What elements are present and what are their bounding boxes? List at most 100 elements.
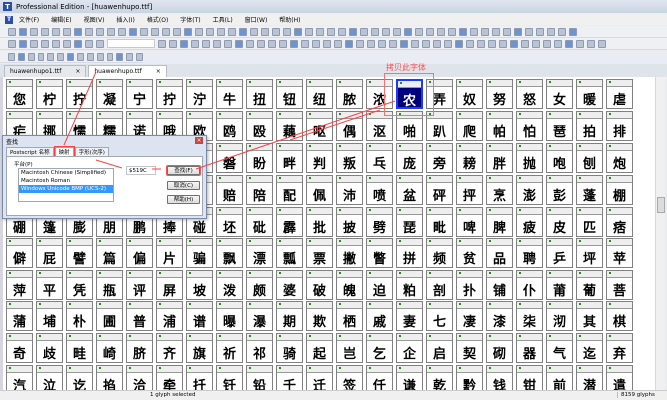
glyph-cell[interactable]: 器	[516, 333, 543, 363]
toolbar-button-icon[interactable]	[224, 39, 232, 48]
toolbar-button-icon[interactable]	[525, 27, 533, 36]
menu-format[interactable]: 格式(O)	[141, 15, 174, 24]
glyph-cell[interactable]: 旗	[186, 333, 213, 363]
toolbar-button-icon[interactable]	[118, 27, 126, 36]
toolbar-button-icon[interactable]	[448, 27, 456, 36]
glyph-cell[interactable]: 烹	[486, 175, 513, 205]
toolbar-button-icon[interactable]	[8, 27, 16, 36]
toolbar-button-icon[interactable]	[151, 27, 159, 36]
glyph-cell[interactable]: 钮	[276, 79, 303, 109]
toolbar-button-icon[interactable]	[492, 27, 500, 36]
toolbar-button-icon[interactable]	[422, 39, 430, 48]
glyph-cell[interactable]: 彭	[546, 175, 573, 205]
glyph-cell[interactable]: 皮	[546, 207, 573, 237]
glyph-cell[interactable]: 脾	[486, 207, 513, 237]
close-icon[interactable]: ×	[75, 68, 80, 75]
glyph-cell[interactable]: 毗	[426, 207, 453, 237]
toolbar-button-icon[interactable]	[316, 27, 324, 36]
glyph-cell[interactable]: 飘	[216, 238, 243, 268]
toolbar-button-icon[interactable]	[27, 52, 35, 61]
toolbar-button-icon[interactable]	[459, 27, 467, 36]
toolbar-button-icon[interactable]	[19, 39, 27, 48]
toolbar-button-icon[interactable]	[437, 27, 445, 36]
toolbar-button-icon[interactable]	[246, 39, 254, 48]
glyph-cell[interactable]: 脓	[336, 79, 363, 109]
glyph-cell[interactable]: 拼	[396, 238, 423, 268]
toolbar-button-icon[interactable]	[510, 39, 518, 48]
toolbar-button-icon[interactable]	[576, 39, 584, 48]
toolbar-button-icon[interactable]	[85, 27, 93, 36]
glyph-cell[interactable]: 虐	[606, 79, 633, 109]
glyph-cell[interactable]: 喷	[366, 175, 393, 205]
toolbar-button-icon[interactable]	[96, 52, 104, 61]
glyph-cell[interactable]: 破	[306, 270, 333, 300]
toolbar-button-icon[interactable]	[74, 27, 82, 36]
glyph-cell[interactable]: 殴	[246, 111, 273, 141]
glyph-cell[interactable]: 钎	[216, 365, 243, 390]
glyph-cell[interactable]: 怒	[516, 79, 543, 109]
glyph-cell[interactable]: 泣	[36, 365, 63, 390]
toolbar-button-icon[interactable]	[477, 39, 485, 48]
toolbar-button-icon[interactable]	[521, 39, 529, 48]
glyph-cell[interactable]: 庞	[396, 143, 423, 173]
toolbar-button-icon[interactable]	[426, 27, 434, 36]
glyph-cell[interactable]: 抛	[516, 143, 543, 173]
glyph-cell[interactable]: 片	[156, 238, 183, 268]
toolbar-button-icon[interactable]	[129, 27, 137, 36]
glyph-cell[interactable]: 柠	[36, 79, 63, 109]
glyph-cell[interactable]: 屁	[36, 238, 63, 268]
platform-list[interactable]: Macintosh Chinese (Simplified) Macintosh…	[18, 168, 114, 202]
glyph-cell[interactable]: 歧	[36, 333, 63, 363]
toolbar-button-icon[interactable]	[8, 39, 16, 48]
glyph-cell[interactable]: 曝	[216, 301, 243, 331]
toolbar-button-icon[interactable]	[499, 39, 507, 48]
glyph-cell[interactable]: 乓	[366, 143, 393, 173]
glyph-cell[interactable]: 排	[606, 111, 633, 141]
glyph-cell[interactable]: 弃	[606, 333, 633, 363]
menu-help[interactable]: 帮助(H)	[273, 15, 306, 24]
glyph-cell[interactable]: 莆	[546, 270, 573, 300]
glyph-cell[interactable]: 萍	[6, 270, 33, 300]
toolbar-button-icon[interactable]	[116, 52, 124, 61]
glyph-cell[interactable]: 瓢	[276, 238, 303, 268]
toolbar-button-icon[interactable]	[338, 27, 346, 36]
toolbar-button-icon[interactable]	[345, 39, 353, 48]
toolbar-button-icon[interactable]	[481, 27, 489, 36]
toolbar-button-icon[interactable]	[587, 39, 595, 48]
close-icon[interactable]: ×	[195, 137, 203, 144]
toolbar-button-icon[interactable]	[360, 27, 368, 36]
glyph-cell[interactable]: 棋	[606, 301, 633, 331]
glyph-cell[interactable]: 女	[546, 79, 573, 109]
glyph-cell[interactable]: 葡	[576, 270, 603, 300]
tab-huawenhupo1[interactable]: huawenhupo1.ttf ×	[4, 65, 87, 77]
glyph-cell[interactable]: 崎	[96, 333, 123, 363]
glyph-cell[interactable]: 配	[276, 175, 303, 205]
glyph-cell[interactable]: 骑	[276, 333, 303, 363]
menu-insert[interactable]: 插入(I)	[110, 15, 140, 24]
toolbar-button-icon[interactable]	[37, 52, 45, 61]
toolbar-button-icon[interactable]	[444, 39, 452, 48]
glyph-cell[interactable]: 讫	[66, 365, 93, 390]
glyph-cell[interactable]: 奇	[6, 333, 33, 363]
glyph-cell[interactable]: 爬	[456, 111, 483, 141]
glyph-cell[interactable]: 坯	[216, 207, 243, 237]
glyph-cell[interactable]: 譬	[66, 238, 93, 268]
toolbar-button-icon[interactable]	[41, 39, 49, 48]
glyph-cell[interactable]: 匹	[576, 207, 603, 237]
glyph-cell[interactable]: 漂	[246, 238, 273, 268]
glyph-cell[interactable]: 扦	[186, 365, 213, 390]
glyph-cell[interactable]: 瀑	[246, 301, 273, 331]
glyph-cell[interactable]: 陪	[246, 175, 273, 205]
glyph-cell[interactable]: 披	[336, 207, 363, 237]
glyph-cell[interactable]: 仆	[516, 270, 543, 300]
toolbar-button-icon[interactable]	[250, 27, 258, 36]
glyph-cell[interactable]: 藕	[276, 111, 303, 141]
toolbar-button-icon[interactable]	[371, 27, 379, 36]
list-item-selected[interactable]: Windows Unicode BMP (UCS-2)	[19, 185, 113, 193]
toolbar-button-icon[interactable]	[206, 27, 214, 36]
glyph-cell[interactable]: 扑	[456, 270, 483, 300]
glyph-cell[interactable]: 牛	[216, 79, 243, 109]
toolbar-button-icon[interactable]	[191, 39, 199, 48]
glyph-cell[interactable]: 平	[36, 270, 63, 300]
glyph-cell[interactable]: 胖	[486, 143, 513, 173]
